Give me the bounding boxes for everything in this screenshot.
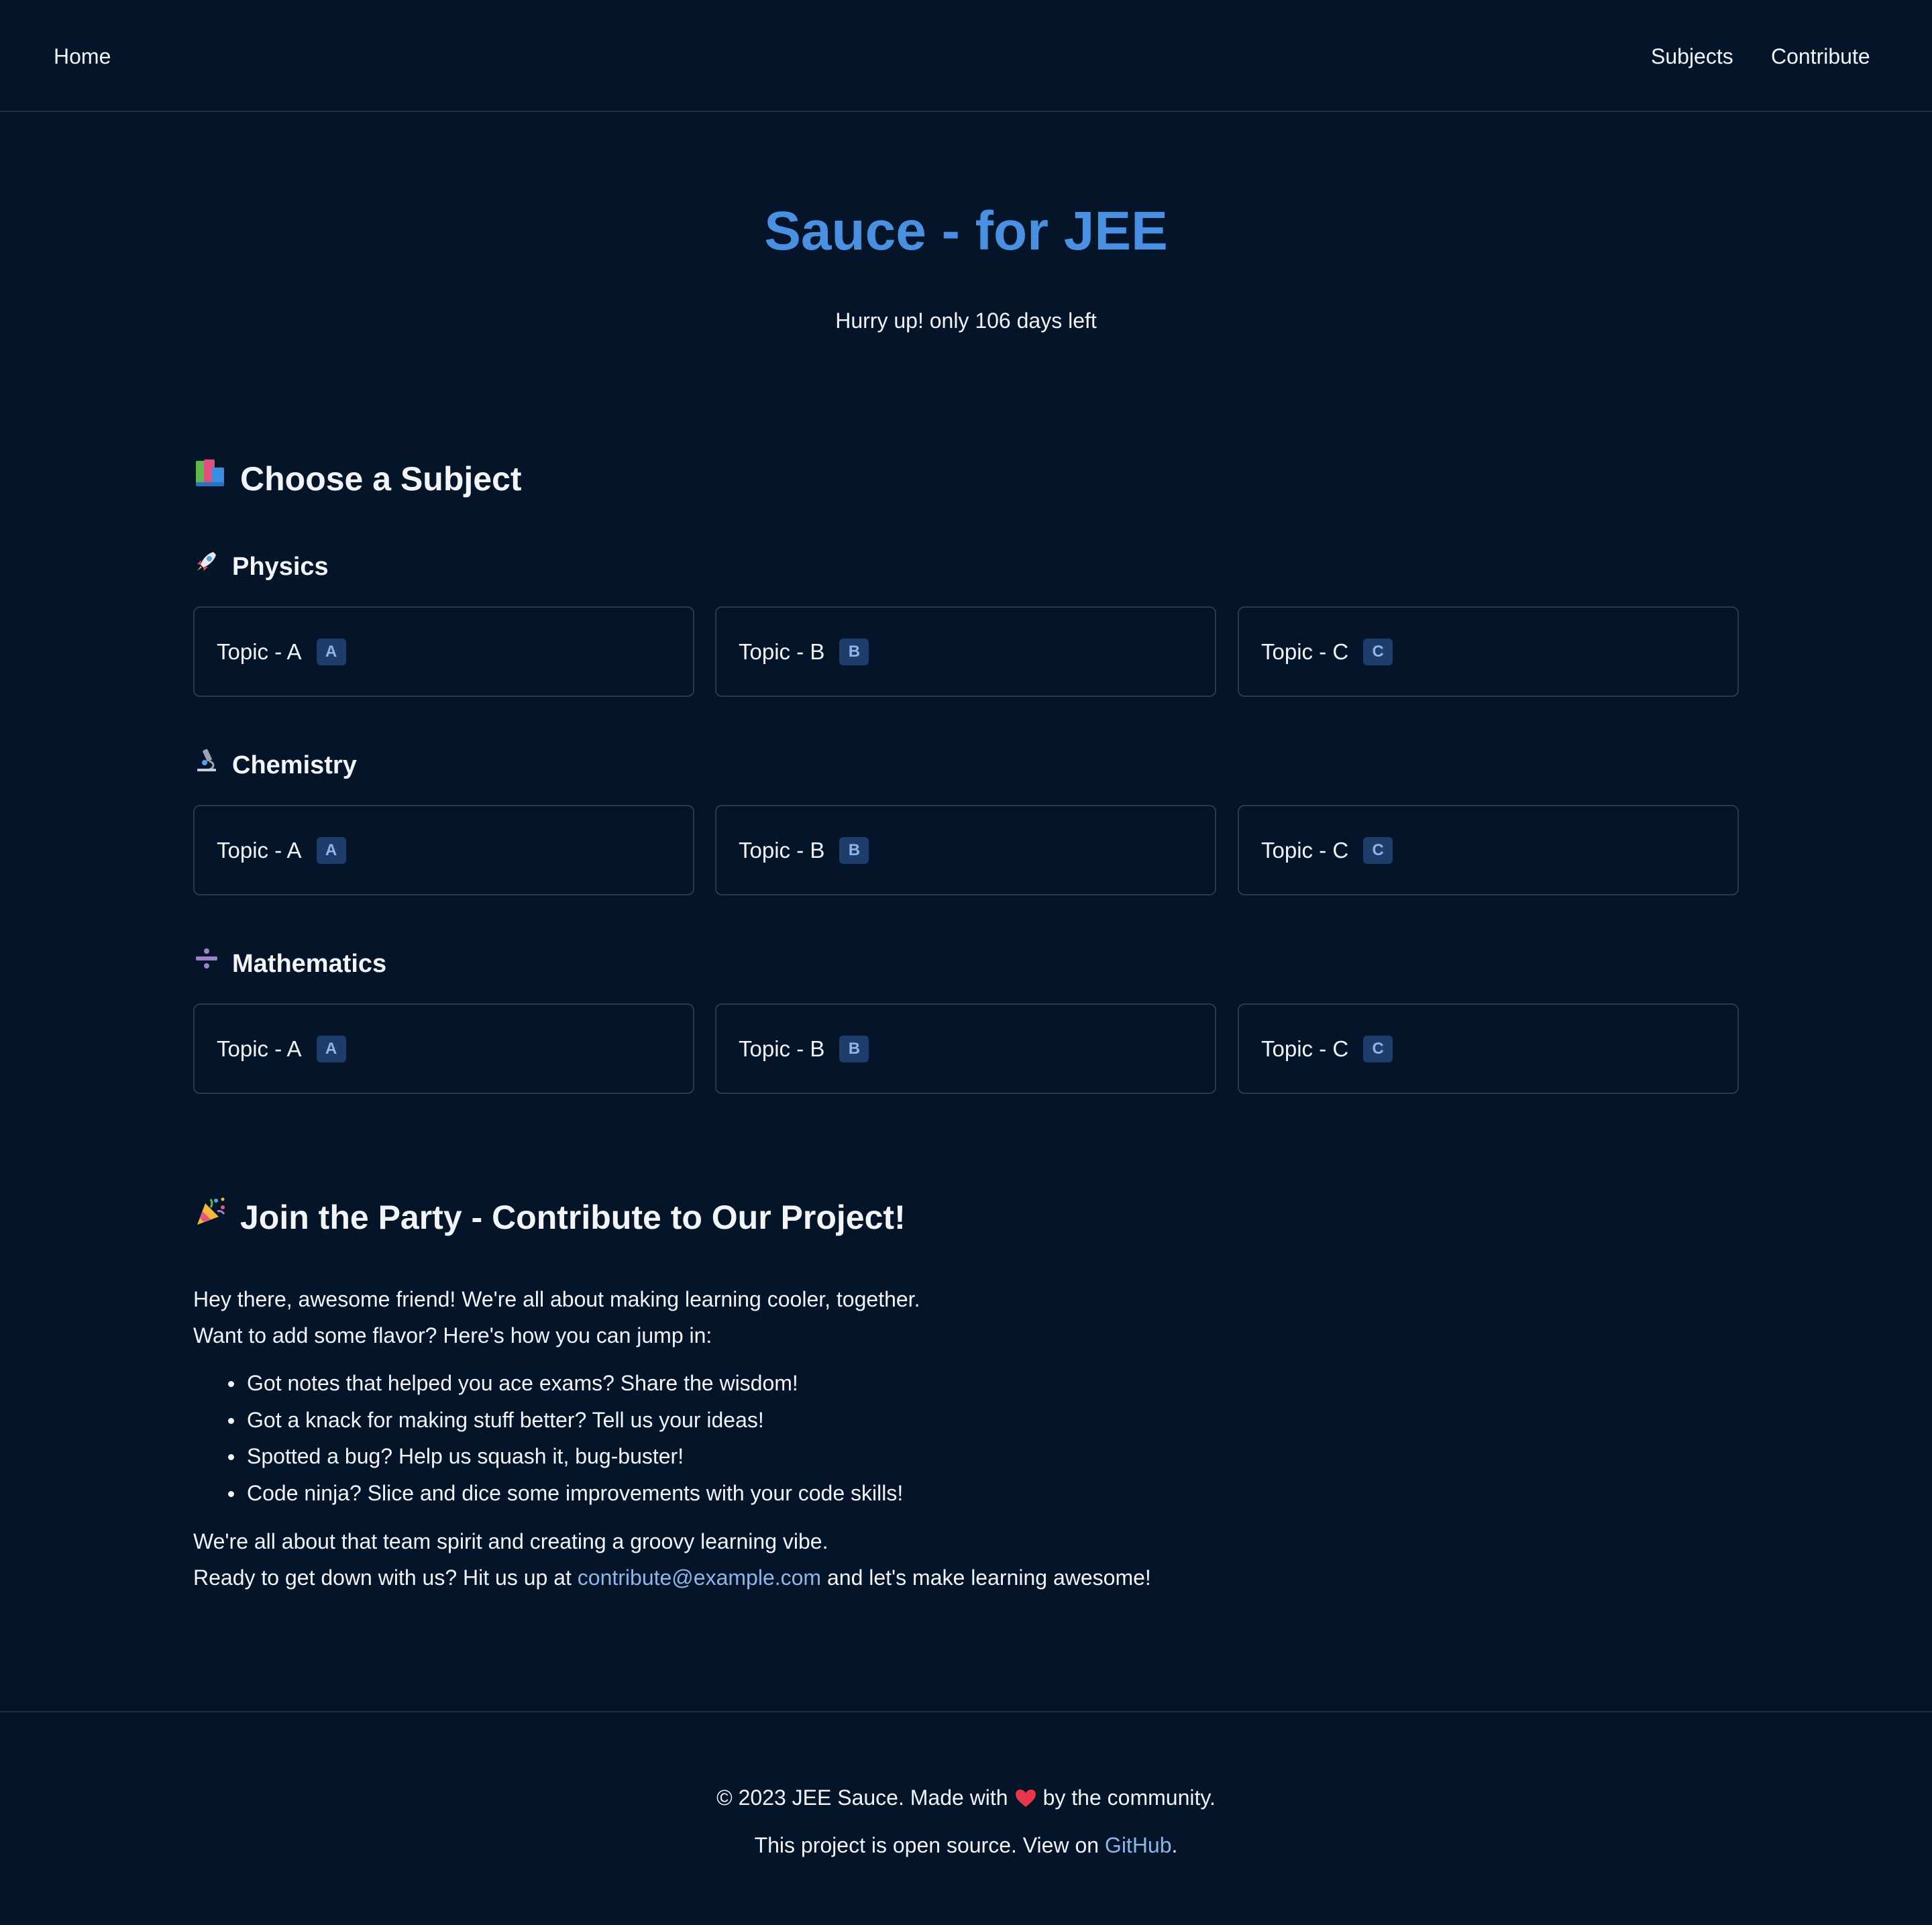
nav-home-link[interactable]: Home	[54, 42, 111, 71]
outro-text-before: Ready to get down with us? Hit us up at	[193, 1565, 578, 1590]
topic-label: Topic - C	[1261, 639, 1349, 664]
topic-badge: A	[316, 638, 346, 665]
top-nav: Home Subjects Contribute	[0, 0, 1932, 112]
topic-badge: B	[839, 638, 869, 665]
divide-icon	[193, 945, 220, 982]
topic-label: Topic - B	[739, 837, 825, 863]
subjects-heading-text: Choose a Subject	[240, 460, 522, 498]
page: Home Subjects Contribute Sauce - for JEE…	[0, 0, 1932, 1925]
contribute-outro-1: We're all about that team spirit and cre…	[193, 1529, 828, 1553]
party-popper-icon	[193, 1194, 228, 1241]
heart-icon	[1015, 1784, 1036, 1807]
topic-card-mathematics-c[interactable]: Topic - C C	[1238, 1003, 1739, 1094]
github-link[interactable]: GitHub	[1105, 1833, 1172, 1857]
topic-label: Topic - A	[217, 837, 302, 863]
footer-opensource: This project is open source. View on Git…	[0, 1829, 1932, 1861]
topic-label: Topic - B	[739, 639, 825, 664]
topic-badge: C	[1363, 836, 1393, 864]
topic-badge: B	[839, 836, 869, 864]
topic-badge: B	[839, 1035, 869, 1062]
contribute-heading: Join the Party - Contribute to Our Proje…	[193, 1194, 906, 1241]
subject-name: Mathematics	[232, 949, 387, 978]
footer-copyright-suffix: by the community.	[1042, 1785, 1216, 1810]
subject-heading-mathematics: Mathematics	[193, 945, 386, 982]
list-item: Got a knack for making stuff better? Tel…	[193, 1402, 903, 1439]
contribute-heading-text: Join the Party - Contribute to Our Proje…	[240, 1199, 906, 1236]
topic-badge: C	[1363, 638, 1393, 665]
list-item: Got notes that helped you ace exams? Sha…	[193, 1365, 903, 1402]
subject-name: Chemistry	[232, 751, 357, 779]
rocket-icon	[193, 548, 220, 585]
microscope-icon	[193, 747, 220, 783]
topic-card-mathematics-b[interactable]: Topic - B B	[715, 1003, 1216, 1094]
footer-opensource-text: This project is open source. View on	[754, 1833, 1105, 1857]
topic-card-chemistry-a[interactable]: Topic - A A	[193, 805, 694, 895]
topic-label: Topic - C	[1261, 1036, 1349, 1061]
list-item: Spotted a bug? Help us squash it, bug-bu…	[193, 1438, 903, 1475]
topic-label: Topic - C	[1261, 837, 1349, 863]
topic-label: Topic - B	[739, 1036, 825, 1061]
subject-heading-chemistry: Chemistry	[193, 747, 357, 783]
contribute-outro-2: Ready to get down with us? Hit us up at …	[193, 1559, 1151, 1596]
subject-heading-physics: Physics	[193, 548, 329, 585]
topic-label: Topic - A	[217, 1036, 302, 1061]
page-title: Sauce - for JEE	[764, 201, 1168, 262]
topic-badge: C	[1363, 1035, 1393, 1062]
topic-card-physics-a[interactable]: Topic - A A	[193, 606, 694, 697]
contribute-email-link[interactable]: contribute@example.com	[578, 1565, 821, 1590]
topic-card-mathematics-a[interactable]: Topic - A A	[193, 1003, 694, 1094]
footer-copyright-text: © 2023 JEE Sauce. Made with	[716, 1785, 1008, 1810]
topic-badge: A	[316, 836, 346, 864]
nav-contribute-link[interactable]: Contribute	[1771, 42, 1870, 71]
topic-label: Topic - A	[217, 639, 302, 664]
topic-card-physics-c[interactable]: Topic - C C	[1238, 606, 1739, 697]
topic-card-chemistry-b[interactable]: Topic - B B	[715, 805, 1216, 895]
contribute-list: Got notes that helped you ace exams? Sha…	[193, 1365, 903, 1511]
footer-copyright: © 2023 JEE Sauce. Made with by the commun…	[0, 1781, 1932, 1814]
contribute-intro-2: Want to add some flavor? Here's how you …	[193, 1323, 712, 1348]
topic-card-physics-b[interactable]: Topic - B B	[715, 606, 1216, 697]
books-icon	[193, 455, 228, 502]
outro-text-after: and let's make learning awesome!	[821, 1565, 1151, 1590]
subjects-heading: Choose a Subject	[193, 455, 522, 502]
subject-name: Physics	[232, 552, 329, 581]
footer-period: .	[1171, 1833, 1178, 1857]
contribute-intro-1: Hey there, awesome friend! We're all abo…	[193, 1287, 920, 1311]
topic-badge: A	[316, 1035, 346, 1062]
countdown-text: Hurry up! only 106 days left	[835, 309, 1097, 333]
topic-card-chemistry-c[interactable]: Topic - C C	[1238, 805, 1739, 895]
footer: © 2023 JEE Sauce. Made with by the commun…	[0, 1711, 1932, 1925]
nav-subjects-link[interactable]: Subjects	[1651, 42, 1733, 71]
list-item: Code ninja? Slice and dice some improvem…	[193, 1475, 903, 1512]
